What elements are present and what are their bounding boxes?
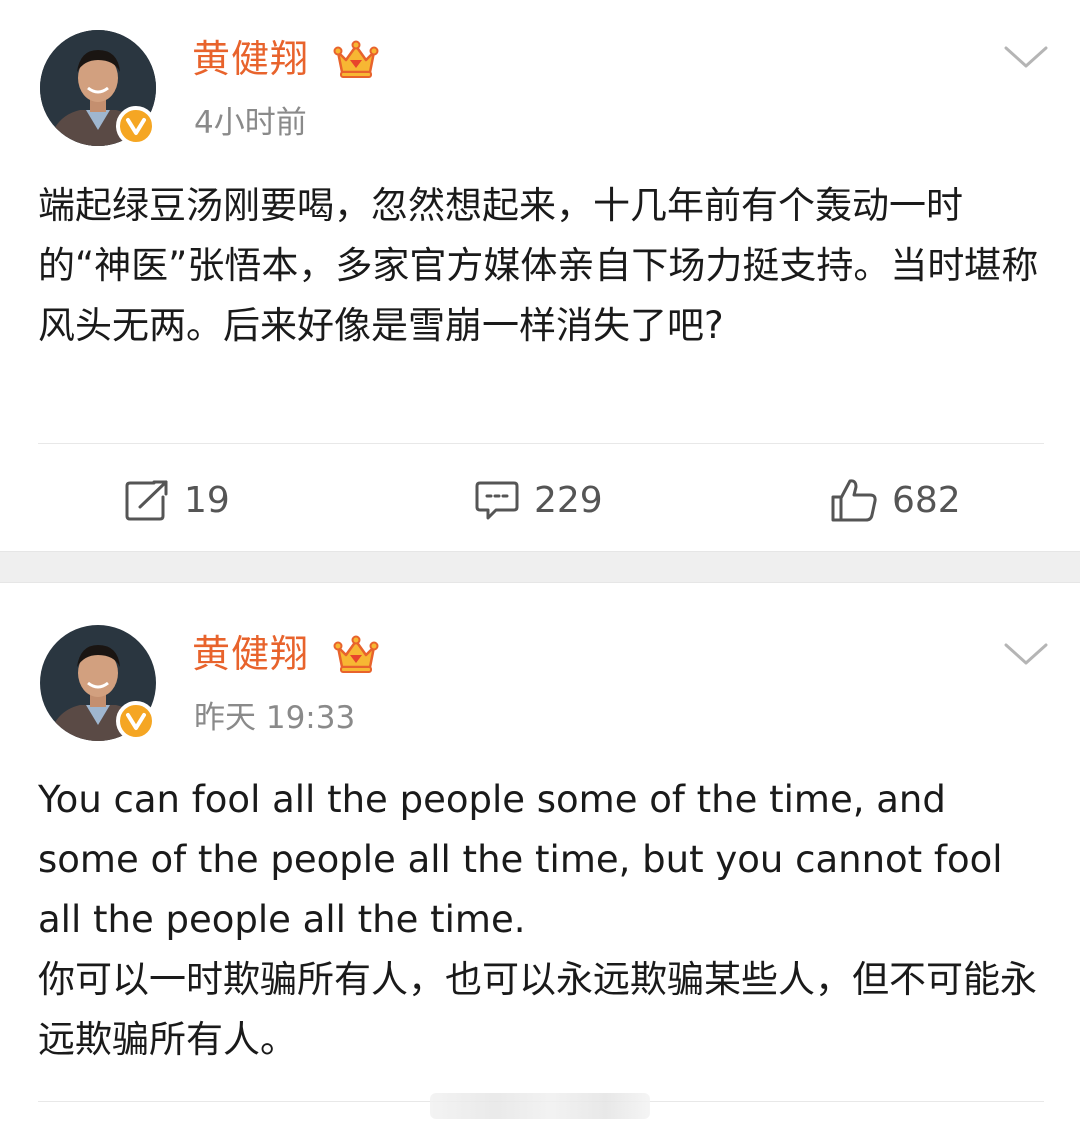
repost-count: 19 — [184, 479, 230, 521]
comment-icon — [474, 479, 520, 521]
post-time: 昨天 19:33 — [194, 700, 356, 736]
post-paragraph-chinese: 你可以一时欺骗所有人，也可以永远欺骗某些人，但不可能永远欺骗所有人。 — [38, 958, 1037, 1061]
vip-crown-icon — [332, 38, 380, 82]
blurred-watermark — [430, 1093, 650, 1119]
comment-count: 229 — [534, 479, 603, 521]
like-icon — [830, 477, 878, 523]
verified-v-icon — [116, 106, 156, 146]
post-text: You can fool all the people some of the … — [38, 770, 1048, 1070]
username[interactable]: 黄健翔 — [192, 631, 309, 677]
repost-button[interactable]: 19 — [124, 474, 230, 526]
weibo-post: 黄健翔 4小时前 端起绿豆汤刚要喝，忽然想起来，十几年前有个轰动一时的“神医”张… — [0, 0, 1080, 551]
chevron-down-icon[interactable] — [1002, 639, 1050, 669]
verified-v-icon — [116, 701, 156, 741]
divider — [38, 443, 1044, 444]
like-count: 682 — [892, 479, 961, 521]
post-time: 4小时前 — [194, 105, 307, 141]
username[interactable]: 黄健翔 — [192, 36, 309, 82]
chevron-down-icon[interactable] — [1002, 42, 1050, 72]
like-button[interactable]: 682 — [830, 474, 961, 526]
post-paragraph: 端起绿豆汤刚要喝，忽然想起来，十几年前有个轰动一时的“神医”张悟本，多家官方媒体… — [38, 184, 1039, 347]
avatar[interactable] — [40, 625, 156, 741]
repost-icon — [124, 479, 170, 521]
vip-crown-icon — [332, 633, 380, 677]
avatar[interactable] — [40, 30, 156, 146]
weibo-post: 黄健翔 昨天 19:33 You can fool all the people… — [0, 583, 1080, 1135]
feed-separator — [0, 551, 1080, 583]
post-text: 端起绿豆汤刚要喝，忽然想起来，十几年前有个轰动一时的“神医”张悟本，多家官方媒体… — [38, 176, 1048, 356]
post-paragraph-english: You can fool all the people some of the … — [38, 778, 1003, 941]
comment-button[interactable]: 229 — [474, 474, 603, 526]
